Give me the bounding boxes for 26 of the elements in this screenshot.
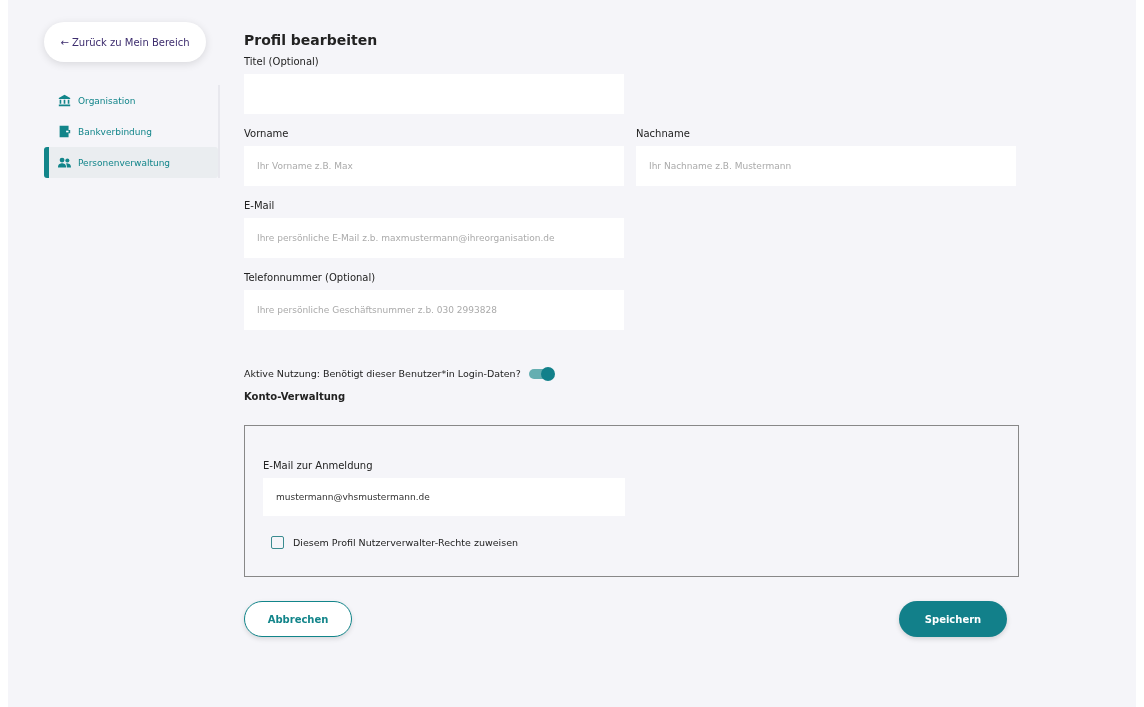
input-field[interactable]: mustermann@vhsmustermann.de	[263, 478, 625, 516]
bank-icon	[58, 94, 71, 107]
save-button[interactable]: Speichern	[899, 601, 1007, 637]
input-field[interactable]: Ihre persönliche Geschäftsnummer z.b. 030 2993828	[244, 290, 624, 330]
toggle-label: Aktive Nutzung: Benötigt dieser Benutzer*in Login-Daten?	[244, 368, 521, 379]
sidebar-item[interactable]: Organisation	[44, 85, 218, 116]
people-icon	[58, 156, 71, 169]
input-field[interactable]: Ihr Vorname z.B. Max	[244, 146, 624, 186]
field-label: Titel (Optional)	[244, 56, 320, 67]
back-button[interactable]: ← Zurück zu Mein Bereich	[44, 22, 206, 62]
sidebar-item[interactable]: Bankverbindung	[44, 116, 218, 147]
field-label: Nachname	[636, 128, 691, 139]
field-label: Vorname	[244, 128, 290, 139]
wallet-icon	[58, 125, 71, 138]
toggle-switch[interactable]	[528, 368, 553, 379]
checkbox[interactable]	[271, 536, 284, 549]
section-heading: Konto-Verwaltung	[244, 391, 347, 402]
sidebar-item[interactable]: Personenverwaltung	[44, 147, 218, 178]
field-label: Telefonnummer (Optional)	[244, 272, 377, 283]
checkbox-label: Diesem Profil Nutzerverwalter-Rechte zuweisen	[293, 537, 518, 548]
input-field[interactable]: Ihr Nachname z.B. Mustermann	[636, 146, 1016, 186]
cancel-button[interactable]: Abbrechen	[244, 601, 352, 637]
field-label: E-Mail zur Anmeldung	[263, 460, 374, 471]
input-field[interactable]: Ihre persönliche E-Mail z.b. maxmustermann@ihreorganisation.de	[244, 218, 624, 258]
page-title: Profil bearbeiten	[244, 32, 379, 48]
field-label: E-Mail	[244, 200, 276, 211]
